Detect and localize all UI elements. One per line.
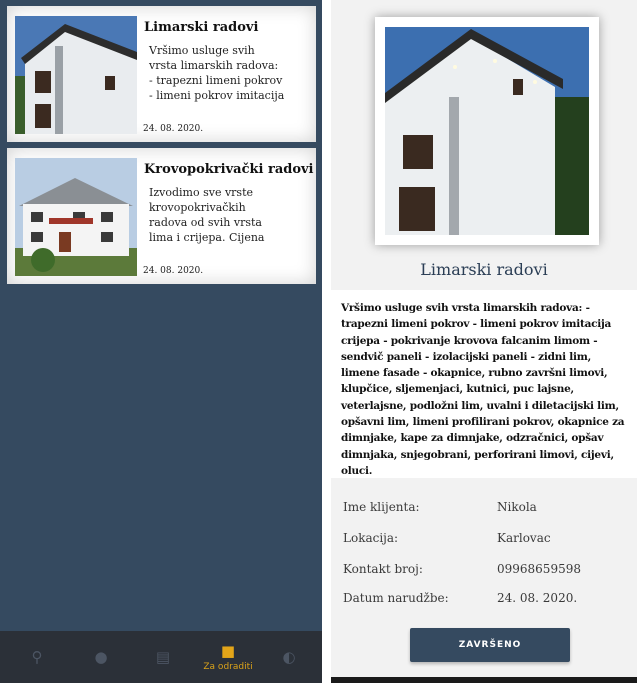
person-icon: ● [94,648,108,666]
nav-profile[interactable]: ● [86,631,116,683]
nav-search[interactable]: ⚲ [22,631,52,683]
moon-icon: ◐ [282,648,296,666]
task-title: Limarski radovi [144,20,259,35]
info-value: 24. 08. 2020. [497,591,578,605]
info-label: Kontakt broj: [343,562,423,576]
detail-description: Vršimo usluge svih vrsta limarskih radov… [341,302,625,477]
nav-label: Za odraditi [203,661,253,672]
task-photo [385,27,589,235]
info-value: Nikola [497,500,537,514]
task-description: Vršimo usluge svih vrsta limarskih radov… [149,44,285,102]
info-value: Karlovac [497,531,551,545]
task-title: Krovopokrivački radovi [144,162,314,177]
task-date: 24. 08. 2020. [143,124,204,134]
nav-za-odraditi[interactable]: ■ Za odraditi [196,631,260,683]
description-block: Vršimo usluge svih vrsta limarskih radov… [331,290,637,478]
info-label: Datum narudžbe: [343,591,449,605]
info-label: Lokacija: [343,531,399,545]
bottom-navigation: ⚲ ● ▤ ■ Za odraditi ◐ [0,631,322,683]
task-date: 24. 08. 2020. [143,266,204,276]
done-button[interactable]: ZAVRŠENO [410,628,570,662]
card-divider [7,143,316,146]
task-card[interactable]: Limarski radovi Vršimo usluge svih vrsta… [7,6,316,142]
card-divider [7,285,316,288]
task-thumbnail [15,158,137,276]
task-photo-frame [375,17,599,245]
task-thumbnail [15,16,137,134]
info-value[interactable]: 09968659598 [497,562,581,576]
search-icon: ⚲ [31,648,43,666]
task-detail-screen: Limarski radovi Vršimo usluge svih vrsta… [331,0,637,683]
home-indicator-bar [331,677,637,683]
nav-list[interactable]: ▤ [148,631,178,683]
task-list-screen: Limarski radovi Vršimo usluge svih vrsta… [0,0,322,683]
nav-theme[interactable]: ◐ [274,631,304,683]
task-description: Izvodimo sve vrste krovopokrivačkih rado… [149,186,265,244]
briefcase-icon: ■ [220,641,236,660]
list-icon: ▤ [155,648,171,666]
info-label: Ime klijenta: [343,500,420,514]
detail-title: Limarski radovi [420,260,548,279]
task-card[interactable]: Krovopokrivački radovi Izvodimo sve vrst… [7,148,316,284]
